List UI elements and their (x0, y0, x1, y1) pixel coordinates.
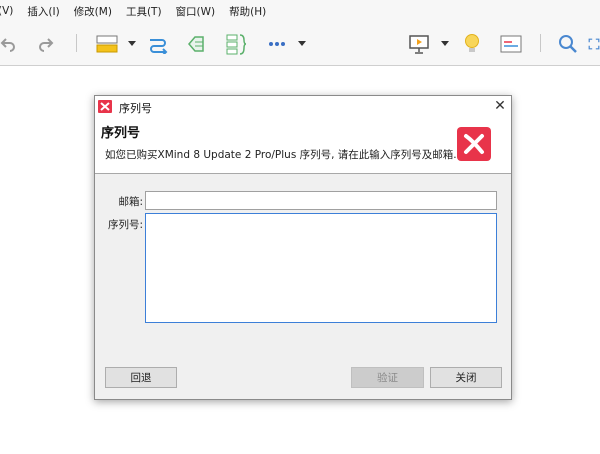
summary-icon[interactable] (224, 31, 248, 57)
serial-label: 序列号: (107, 219, 143, 231)
dialog-title-bar[interactable]: 序列号 ✕ (95, 96, 511, 117)
chevron-down-icon[interactable] (128, 41, 136, 46)
boundary-icon[interactable] (184, 31, 208, 57)
dialog-header: 序列号 如您已购买XMind 8 Update 2 Pro/Plus 序列号, … (95, 117, 511, 174)
chevron-down-icon[interactable] (298, 41, 306, 46)
serial-number-input[interactable] (145, 213, 497, 323)
email-field[interactable] (145, 191, 497, 210)
close-button[interactable]: 关闭 (430, 367, 502, 388)
header-title: 序列号 (101, 126, 141, 141)
close-icon[interactable]: ✕ (492, 98, 508, 114)
verify-button[interactable]: 验证 (351, 367, 424, 388)
menu-modify[interactable]: 修改(M) (74, 4, 112, 19)
search-icon[interactable] (556, 31, 580, 57)
toolbar-separator (540, 34, 541, 52)
relationship-icon[interactable] (146, 31, 170, 57)
notes-icon[interactable] (498, 31, 524, 57)
menu-insert[interactable]: 插入(I) (27, 4, 59, 19)
serial-number-dialog: 序列号 ✕ 序列号 如您已购买XMind 8 Update 2 Pro/Plus… (94, 95, 512, 400)
menu-tools[interactable]: 工具(T) (126, 4, 162, 19)
back-button[interactable]: 回退 (105, 367, 177, 388)
menu-help[interactable]: 帮助(H) (229, 4, 266, 19)
toolbar-separator (76, 34, 77, 52)
more-icon[interactable] (266, 31, 288, 57)
dialog-title: 序列号 (119, 102, 152, 115)
presentation-icon[interactable] (406, 31, 432, 57)
email-label: 邮箱: (118, 196, 143, 208)
toolbar (0, 22, 600, 66)
xmind-logo-icon (457, 127, 491, 161)
fullscreen-icon[interactable] (588, 31, 600, 57)
menu-bar: (V) 插入(I) 修改(M) 工具(T) 窗口(W) 帮助(H) (0, 0, 600, 22)
menu-view[interactable]: (V) (0, 5, 13, 17)
menu-window[interactable]: 窗口(W) (176, 4, 216, 19)
chevron-down-icon[interactable] (441, 41, 449, 46)
redo-icon[interactable] (36, 31, 56, 57)
idea-icon[interactable] (460, 31, 484, 57)
xmind-logo-icon (98, 100, 112, 113)
header-description: 如您已购买XMind 8 Update 2 Pro/Plus 序列号, 请在此输… (105, 149, 457, 161)
undo-icon[interactable] (0, 31, 18, 57)
topic-style-icon[interactable] (94, 31, 120, 57)
